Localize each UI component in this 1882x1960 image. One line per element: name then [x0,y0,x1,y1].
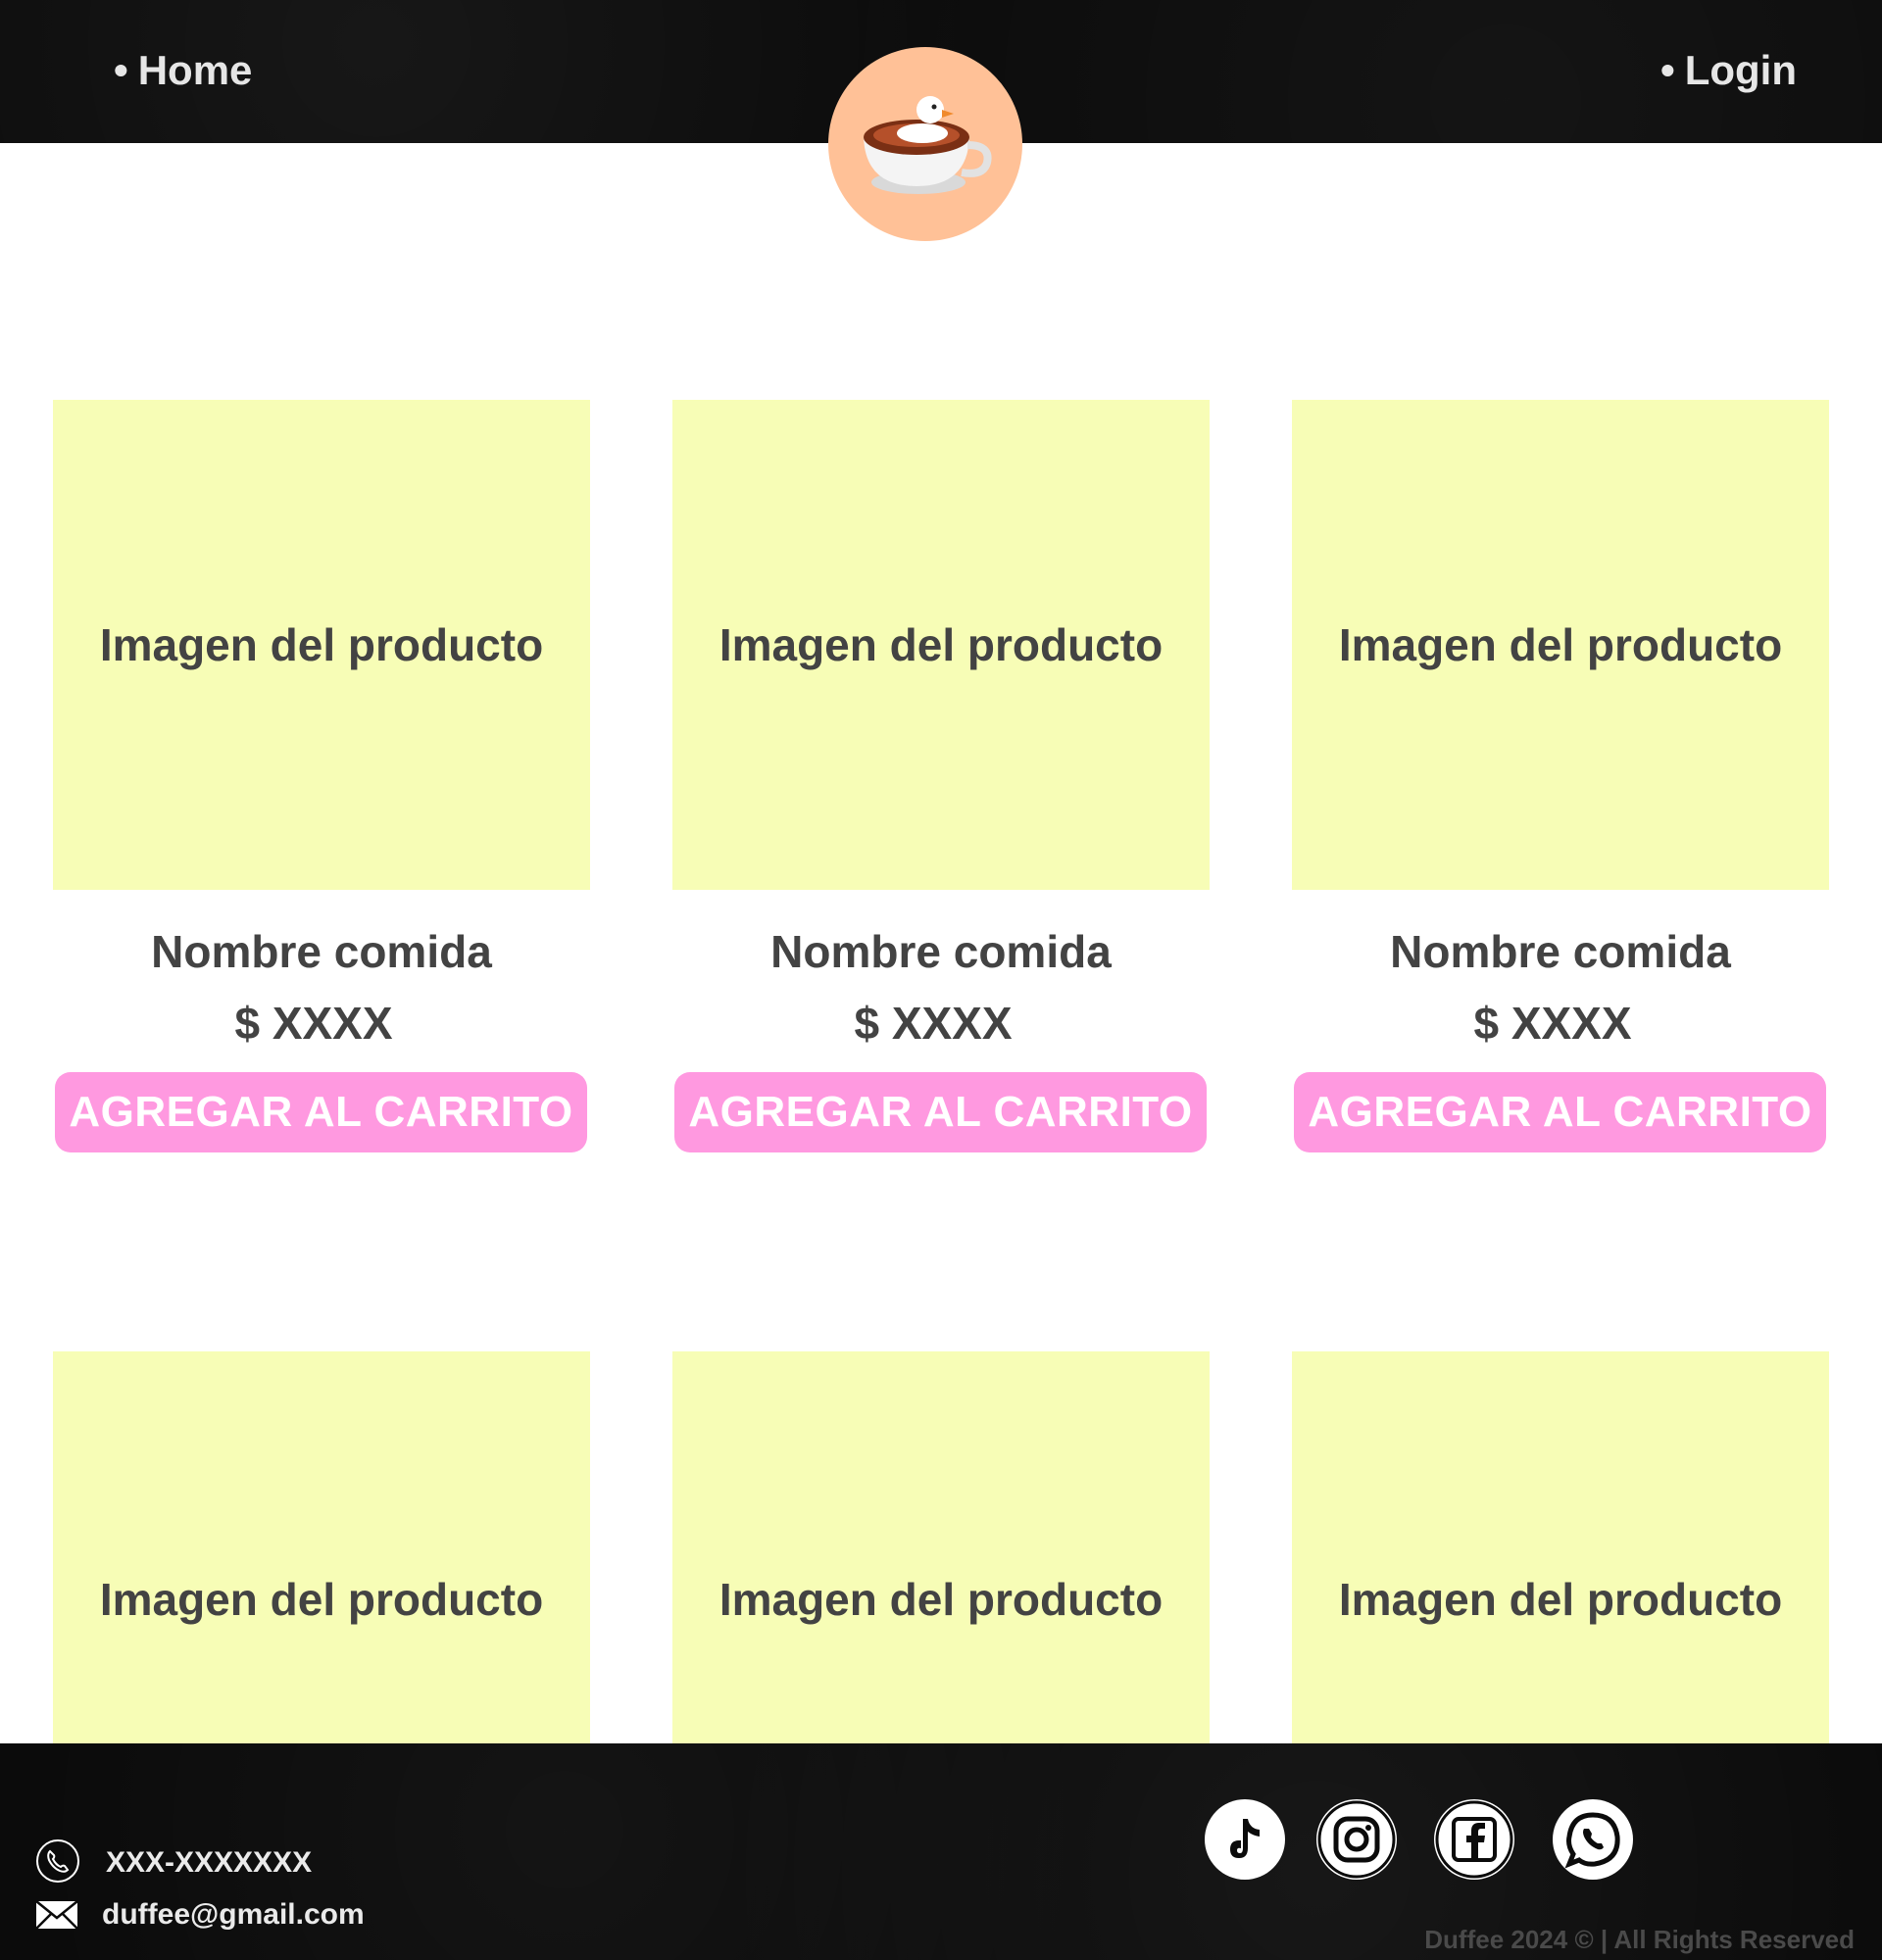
product-name-2: Nombre comida [770,926,1112,977]
brand-logo[interactable] [828,47,1022,241]
add-to-cart-button-2[interactable]: AGREGAR AL CARRITO [674,1072,1207,1152]
add-to-cart-button-1[interactable]: AGREGAR AL CARRITO [55,1072,587,1152]
facebook-link[interactable] [1434,1799,1514,1880]
product-image-5[interactable]: Imagen del producto [672,1351,1210,1743]
product-image-6[interactable]: Imagen del producto [1292,1351,1829,1743]
copyright-text: Duffee 2024 © | All Rights Reserved [1424,1925,1855,1954]
tiktok-icon [1230,1819,1260,1858]
product-price-1: $ XXXX [234,998,393,1049]
product-price-3: $ XXXX [1473,998,1632,1049]
contact-email[interactable]: duffee@gmail.com [35,1896,427,1936]
product-image-2[interactable]: Imagen del producto [672,400,1210,890]
whatsapp-link[interactable] [1553,1799,1633,1880]
nav-login-link[interactable]: • Login [1660,47,1797,94]
product-price-2: $ XXXX [854,998,1013,1049]
product-image-1[interactable]: Imagen del producto [53,400,590,890]
product-name-1: Nombre comida [151,926,492,977]
facebook-icon [1435,1800,1513,1879]
duck-in-coffee-cup-icon [864,96,992,194]
whatsapp-icon [1564,1812,1620,1869]
tiktok-link[interactable] [1205,1799,1285,1880]
nav-home-label: Home [137,47,253,93]
contact-phone[interactable]: XXX-XXXXXXX [35,1838,427,1884]
instagram-icon [1317,1800,1396,1879]
add-to-cart-button-3[interactable]: AGREGAR AL CARRITO [1294,1072,1826,1152]
product-image-3[interactable]: Imagen del producto [1292,400,1829,890]
phone-icon [35,1838,80,1891]
nav-home-link[interactable]: • Home [114,47,252,94]
instagram-link[interactable] [1316,1799,1397,1880]
nav-login-label: Login [1684,47,1798,93]
product-name-3: Nombre comida [1390,926,1731,977]
mail-icon [35,1900,78,1937]
product-image-4[interactable]: Imagen del producto [53,1351,590,1743]
